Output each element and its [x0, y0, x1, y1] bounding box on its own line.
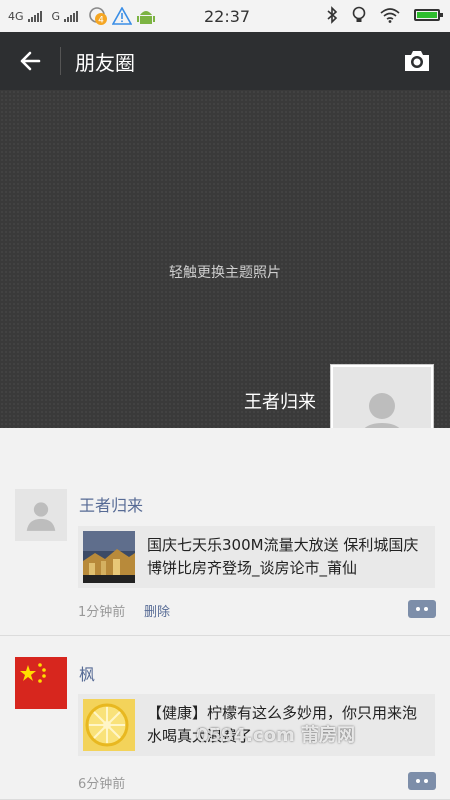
link-thumbnail — [83, 531, 135, 583]
back-arrow-icon — [20, 51, 41, 71]
wifi-icon — [380, 8, 400, 23]
post-avatar[interactable] — [15, 657, 67, 709]
post-time: 6分钟前 — [78, 777, 126, 792]
post-time: 1分钟前 — [78, 605, 126, 620]
moment-post: 枫 【健康】柠檬有这么多妙用，你只用来泡水喝真太浪费了 6分钟前 — [0, 636, 450, 800]
lemon-thumbnail — [83, 699, 135, 751]
comment-icon[interactable] — [408, 772, 436, 790]
location-bulb-icon — [352, 6, 366, 22]
page-title: 朋友圈 — [75, 50, 135, 75]
watermark: 0594.com 莆房网 — [196, 725, 355, 746]
notification-badge-icon: 4 — [89, 7, 108, 26]
link-title: 国庆七天乐300M流量大放送 保利城国庆博饼比房齐登场_谈房论市_莆仙 — [147, 536, 419, 577]
network-type-2: G — [51, 9, 61, 23]
header-divider — [60, 47, 61, 75]
post-author[interactable]: 枫 — [79, 661, 95, 685]
signal-icon — [27, 10, 42, 22]
battery-icon — [414, 9, 443, 21]
bluetooth-icon — [327, 6, 338, 24]
signal-icon-2 — [64, 10, 79, 22]
moment-post: 王者归来 国庆七天乐300M流量大放送 保利城国庆博饼比房齐登场_谈房论市_莆仙… — [0, 428, 450, 636]
cover-change-hint: 轻触更换主题照片 — [169, 265, 281, 281]
comment-icon[interactable] — [408, 600, 436, 618]
network-type-1: 4G — [8, 9, 24, 23]
delete-link[interactable]: 删除 — [144, 601, 170, 620]
back-button[interactable] — [0, 32, 60, 90]
status-bar: 4G G 4 22:37 — [0, 0, 450, 32]
post-avatar[interactable] — [15, 489, 67, 541]
default-avatar-icon — [26, 502, 56, 531]
clock: 22:37 — [204, 7, 251, 26]
android-debug-icon — [137, 11, 156, 24]
post-author[interactable]: 王者归来 — [79, 492, 143, 516]
profile-name: 王者归来 — [244, 392, 316, 413]
warning-icon — [112, 7, 133, 25]
camera-icon[interactable] — [402, 46, 432, 76]
link-card[interactable]: 国庆七天乐300M流量大放送 保利城国庆博饼比房齐登场_谈房论市_莆仙 — [78, 526, 435, 588]
notification-count: 4 — [98, 16, 104, 26]
top-bar: 朋友圈 — [0, 32, 450, 90]
china-flag-icon — [15, 657, 67, 709]
